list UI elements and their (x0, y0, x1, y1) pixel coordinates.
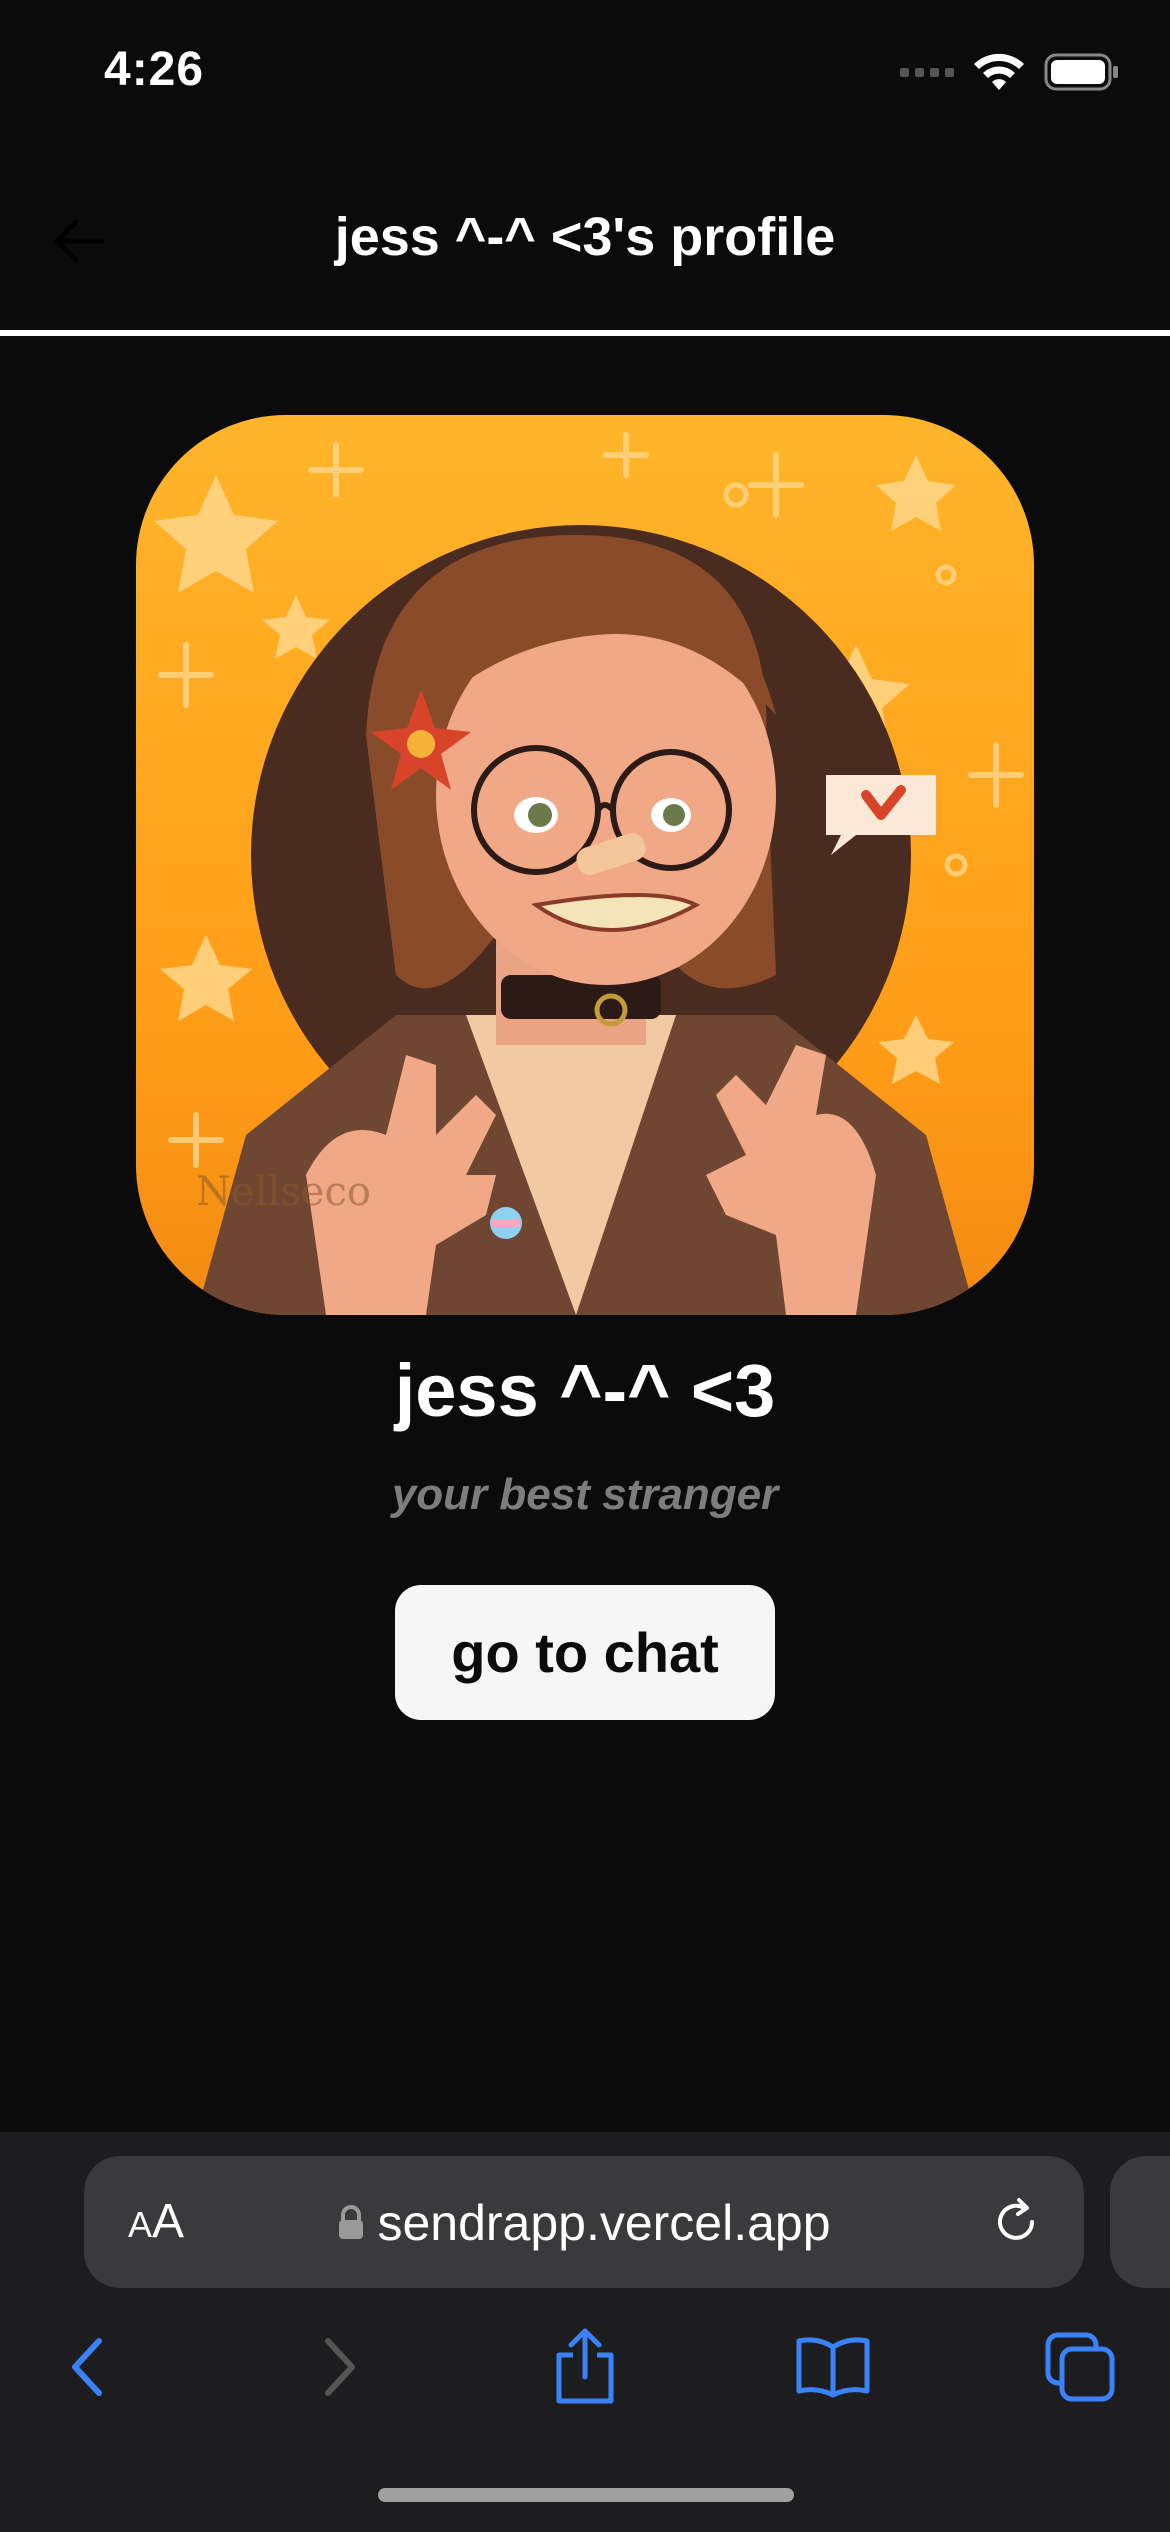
status-icons (900, 52, 1120, 92)
nav-forward-button[interactable] (295, 2322, 385, 2412)
status-time: 4:26 (104, 43, 205, 96)
browser-toolbar (0, 2312, 1170, 2422)
page-title: jess ^-^ <3's profile (334, 207, 836, 267)
bookmarks-button[interactable] (788, 2322, 878, 2412)
safari-browser-bar: AA sendrapp.vercel.app (0, 2132, 1170, 2532)
url-text: sendrapp.vercel.app (377, 2195, 831, 2251)
share-icon (556, 2328, 614, 2404)
cellular-signal-icon (900, 67, 954, 77)
go-to-chat-button[interactable]: go to chat (395, 1585, 775, 1720)
chevron-left-icon (72, 2338, 102, 2396)
nav-back-button[interactable] (42, 2322, 132, 2412)
book-icon (796, 2337, 870, 2398)
profile-avatar: Nellseco (136, 415, 1034, 1315)
wifi-icon (974, 53, 1024, 90)
next-tab-preview[interactable] (1110, 2156, 1170, 2288)
home-indicator (378, 2488, 794, 2502)
lock-icon (339, 2205, 364, 2239)
reload-icon[interactable] (986, 2192, 1046, 2252)
avatar-illustration: Nellseco (154, 432, 1024, 1315)
chevron-right-icon (325, 2338, 355, 2396)
share-button[interactable] (540, 2322, 630, 2412)
profile-header: jess ^-^ <3's profile (0, 160, 1170, 336)
status-bar: 4:26 (0, 0, 1170, 150)
tabs-button[interactable] (1035, 2322, 1125, 2412)
address-bar[interactable]: AA sendrapp.vercel.app (84, 2156, 1084, 2288)
profile-bio: your best stranger (391, 1470, 779, 1519)
tabs-icon (1045, 2332, 1115, 2402)
profile-name: jess ^-^ <3 (394, 1349, 776, 1432)
url-display[interactable]: sendrapp.vercel.app (84, 2194, 1084, 2252)
battery-icon (1044, 53, 1118, 91)
artist-signature: Nellseco (196, 1169, 371, 1215)
